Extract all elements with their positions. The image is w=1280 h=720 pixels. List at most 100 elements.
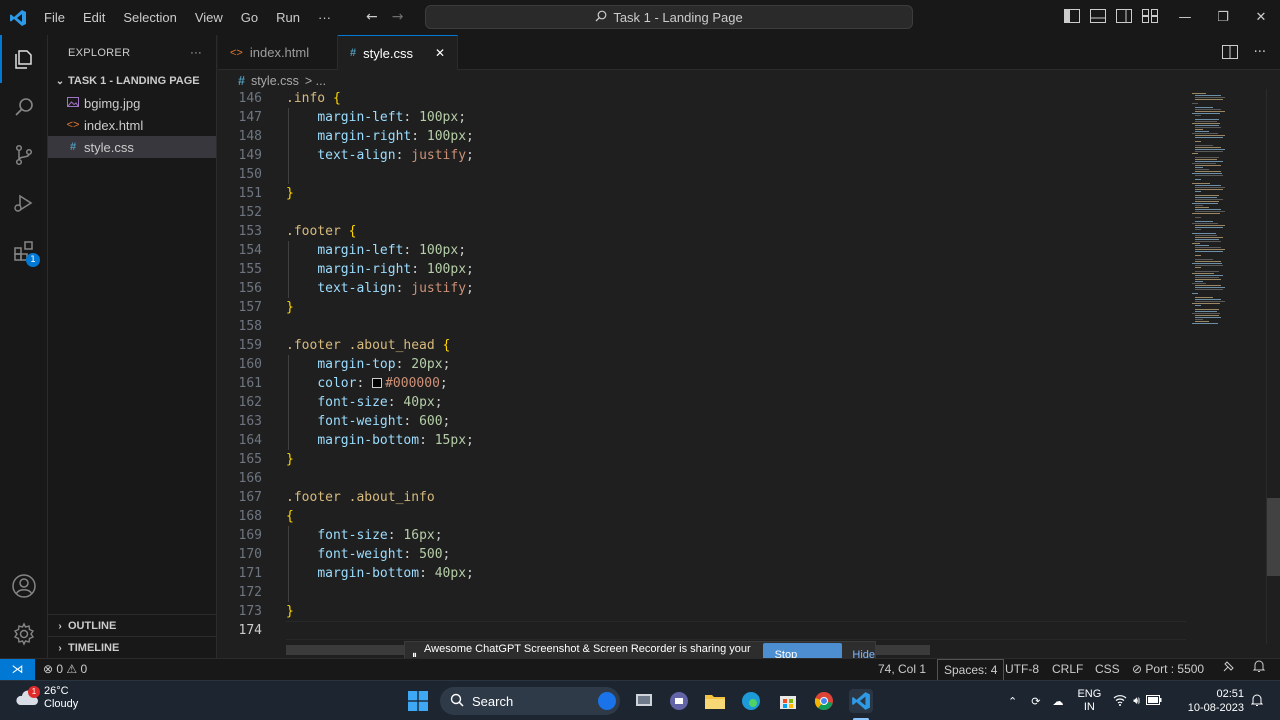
file-explorer-icon[interactable] [703, 689, 727, 713]
explorer-more-actions[interactable]: ··· [190, 47, 202, 59]
code-line[interactable]: 155 margin-right: 100px; [218, 260, 1188, 279]
code-line[interactable]: 161 color: #000000; [218, 374, 1188, 393]
taskbar-search[interactable]: Search [440, 687, 620, 715]
code-line[interactable]: 171 margin-bottom: 40px; [218, 564, 1188, 583]
source-control-icon[interactable] [0, 131, 48, 179]
code-line[interactable]: 152 [218, 203, 1188, 222]
accounts-icon[interactable] [0, 562, 48, 610]
menu-selection[interactable]: Selection [114, 10, 185, 25]
code-line[interactable]: 151} [218, 184, 1188, 203]
code-line[interactable]: 167 .footer .about_info [218, 488, 1188, 507]
split-editor-icon[interactable] [1221, 45, 1238, 63]
edge-browser-icon[interactable] [739, 689, 763, 713]
minimize-icon[interactable]: — [1166, 0, 1204, 35]
clock[interactable]: 02:51 10-08-2023 [1180, 687, 1244, 715]
live-server-port[interactable]: ⊘ Port : 5500 [1126, 659, 1210, 681]
code-line[interactable]: 146 .info { [218, 89, 1188, 108]
volume-icon[interactable]: 🔊︎ [1133, 695, 1140, 708]
run-debug-icon[interactable] [0, 179, 48, 227]
close-window-icon[interactable]: ✕ [1242, 0, 1280, 35]
code-line[interactable]: 154 margin-left: 100px; [218, 241, 1188, 260]
eol-status[interactable]: CRLF [1046, 659, 1089, 681]
code-line[interactable]: 159 .footer .about_head { [218, 336, 1188, 355]
menu-go[interactable]: Go [232, 10, 267, 25]
tab-style-css[interactable]: # style.css ✕ [338, 35, 458, 70]
scrollbar-thumb[interactable] [1267, 498, 1280, 576]
code-line[interactable]: 157} [218, 298, 1188, 317]
explorer-icon[interactable] [0, 35, 48, 83]
code-line[interactable]: 150 [218, 165, 1188, 184]
encoding-status[interactable]: UTF-8 [999, 659, 1045, 681]
file-item-bgimg[interactable]: bgimg.jpg [48, 92, 216, 114]
code-line[interactable]: 164 margin-bottom: 15px; [218, 431, 1188, 450]
code-line[interactable]: 170 font-weight: 500; [218, 545, 1188, 564]
file-item-index-html[interactable]: <> index.html [48, 114, 216, 136]
code-line[interactable]: 158 [218, 317, 1188, 336]
code-line[interactable]: 172 [218, 583, 1188, 602]
code-line[interactable]: 165} [218, 450, 1188, 469]
forward-arrow-icon[interactable]: → [392, 9, 404, 25]
vscode-taskbar-icon[interactable] [849, 689, 873, 713]
file-item-style-css[interactable]: # style.css [48, 136, 216, 158]
menu-run[interactable]: Run [267, 10, 309, 25]
color-swatch[interactable] [372, 378, 383, 388]
menu-file[interactable]: File [35, 10, 74, 25]
show-hidden-icons-icon[interactable]: ⌃ [1008, 695, 1017, 708]
feedback-icon[interactable] [1216, 659, 1242, 681]
settings-gear-icon[interactable] [0, 610, 48, 658]
outline-section[interactable]: › OUTLINE [48, 615, 217, 637]
microsoft-store-icon[interactable] [776, 689, 800, 713]
cursor-position[interactable]: 74, Col 1 [872, 659, 932, 681]
folder-header[interactable]: ⌄ TASK 1 - LANDING PAGE [48, 70, 216, 92]
task-view-icon[interactable] [632, 689, 656, 713]
menu-view[interactable]: View [186, 10, 232, 25]
code-line[interactable]: 160 margin-top: 20px; [218, 355, 1188, 374]
code-line[interactable]: 166 [218, 469, 1188, 488]
menu-more[interactable]: ··· [309, 10, 340, 25]
code-line[interactable]: 173} [218, 602, 1188, 621]
battery-icon[interactable] [1146, 694, 1162, 708]
code-line[interactable]: 169 font-size: 16px; [218, 526, 1188, 545]
toggle-secondary-sidebar-icon[interactable] [1116, 9, 1133, 25]
windows-start-icon[interactable] [406, 689, 430, 713]
code-editor[interactable]: 146 .info {147 margin-left: 100px; 148 mar… [218, 89, 1188, 644]
weather-widget[interactable]: 1 26°C Cloudy [14, 685, 78, 711]
code-line[interactable]: 168 { [218, 507, 1188, 526]
indentation-status[interactable]: Spaces: 4 [937, 659, 1005, 681]
notification-center-icon[interactable] [1250, 693, 1264, 710]
close-tab-icon[interactable]: ✕ [435, 46, 445, 60]
code-line[interactable]: 162 font-size: 40px; [218, 393, 1188, 412]
teams-chat-icon[interactable] [667, 689, 691, 713]
code-line[interactable]: 163 font-weight: 600; [218, 412, 1188, 431]
problems-indicator[interactable]: ⊗ 0 ⚠ 0 [37, 659, 93, 681]
search-view-icon[interactable] [0, 83, 48, 131]
back-arrow-icon[interactable]: ← [366, 9, 378, 25]
command-center[interactable]: Task 1 - Landing Page [425, 5, 913, 29]
notifications-bell-icon[interactable] [1246, 659, 1272, 681]
code-line[interactable]: 147 margin-left: 100px; [218, 108, 1188, 127]
breadcrumb-rest[interactable]: > ... [305, 74, 326, 88]
wifi-icon[interactable] [1113, 694, 1127, 709]
restore-icon[interactable]: ❐ [1204, 0, 1242, 35]
remote-indicator-icon[interactable]: ⋊ [0, 659, 35, 681]
customize-layout-icon[interactable] [1142, 9, 1159, 25]
timeline-section[interactable]: › TIMELINE [48, 637, 217, 659]
language-indicator[interactable]: ENG IN [1077, 688, 1101, 714]
toggle-primary-sidebar-icon[interactable] [1064, 9, 1081, 25]
sync-icon[interactable]: ⟳ [1031, 695, 1040, 708]
more-actions-icon[interactable]: ··· [1254, 45, 1266, 63]
language-mode[interactable]: CSS [1089, 659, 1126, 681]
extensions-icon[interactable]: 1 [0, 227, 48, 275]
code-line[interactable]: 174 [218, 621, 1188, 640]
toggle-panel-icon[interactable] [1090, 9, 1107, 25]
minimap[interactable] [1188, 89, 1266, 644]
code-line[interactable]: 153 .footer { [218, 222, 1188, 241]
onedrive-cloud-icon[interactable]: ☁ [1052, 695, 1063, 708]
chrome-browser-icon[interactable] [812, 689, 836, 713]
tab-index-html[interactable]: <> index.html [218, 35, 338, 70]
code-line[interactable]: 148 margin-right: 100px; [218, 127, 1188, 146]
code-line[interactable]: 156 text-align: justify; [218, 279, 1188, 298]
breadcrumb-file[interactable]: style.css [251, 74, 299, 88]
menu-edit[interactable]: Edit [74, 10, 114, 25]
code-line[interactable]: 149 text-align: justify; [218, 146, 1188, 165]
